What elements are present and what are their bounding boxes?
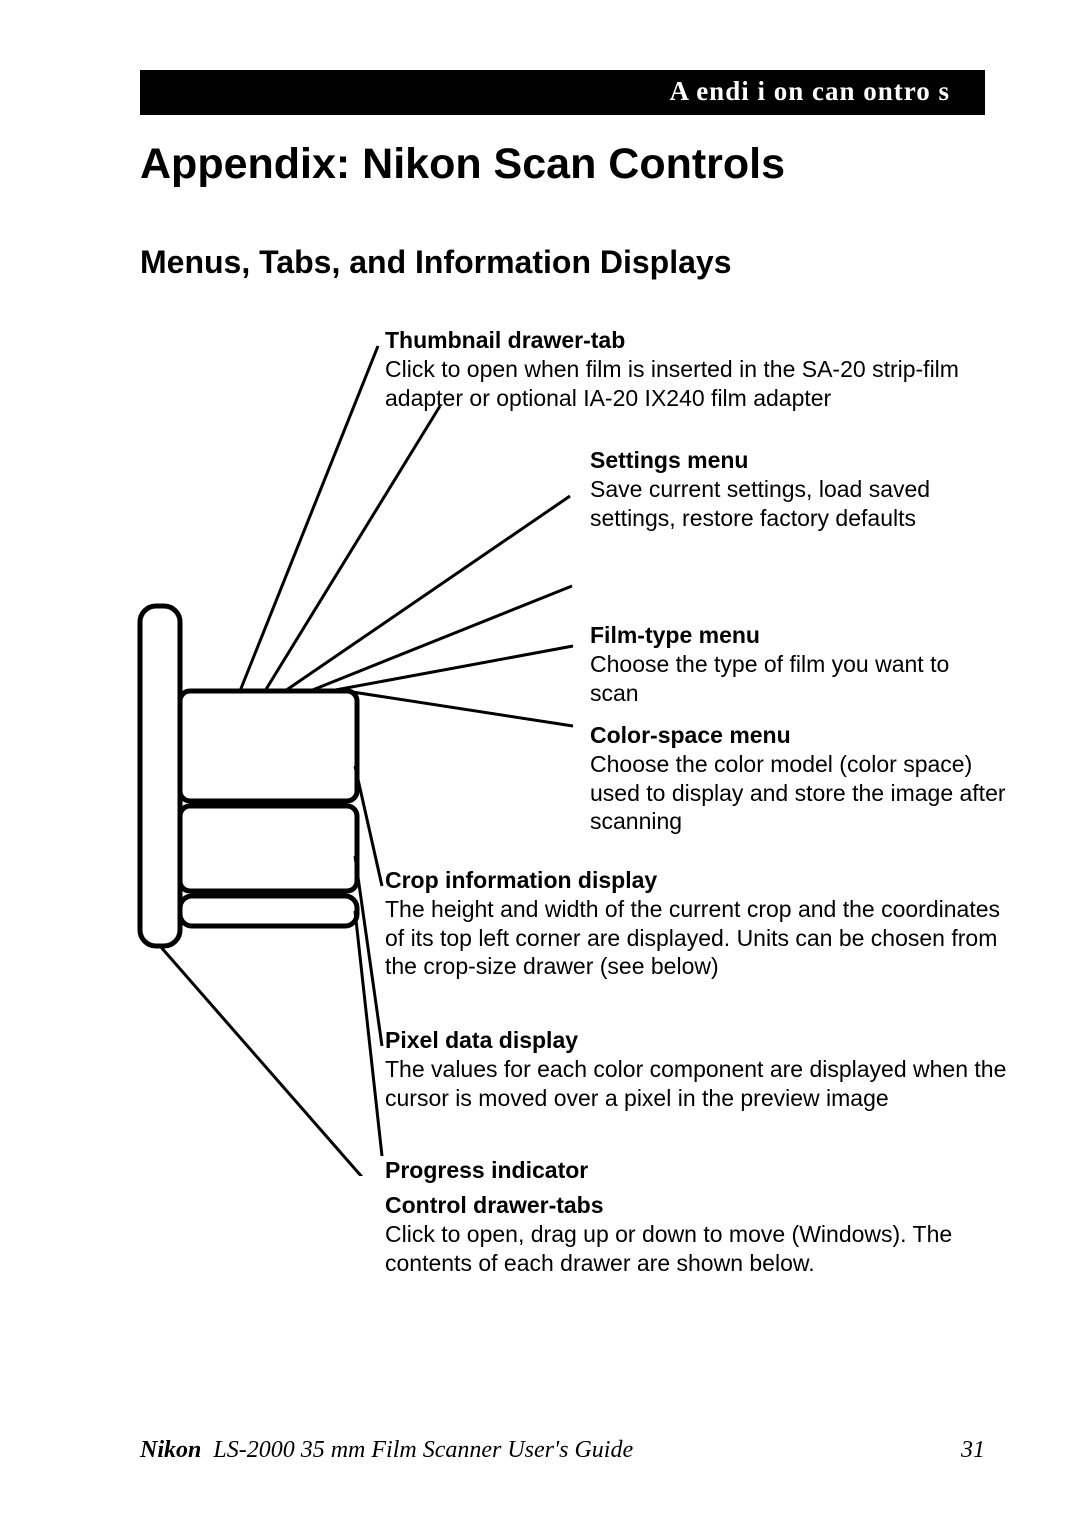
- document-page: A endi i on can ontro s Appendix: Nikon …: [0, 0, 1080, 1529]
- callout-film-type-menu: Film-type menu Choose the type of film y…: [590, 621, 990, 707]
- callout-pixel-data-display: Pixel data display The values for each c…: [385, 1026, 1025, 1112]
- callout-body: Click to open when film is inserted in t…: [385, 356, 959, 411]
- diagram-area: Thumbnail drawer-tab Click to open when …: [140, 326, 985, 1286]
- callout-title: Film-type menu: [590, 621, 990, 650]
- callout-settings-menu: Settings menu Save current settings, loa…: [590, 446, 990, 532]
- section-title: Menus, Tabs, and Information Displays: [140, 244, 985, 281]
- callout-body: Click to open, drag up or down to move (…: [385, 1221, 952, 1276]
- callout-body: The height and width of the current crop…: [385, 896, 1000, 980]
- main-title: Appendix: Nikon Scan Controls: [140, 140, 985, 189]
- callout-title: Thumbnail drawer-tab: [385, 326, 1025, 355]
- callout-color-space-menu: Color-space menu Choose the color model …: [590, 721, 1010, 836]
- footer-brand: Nikon: [140, 1437, 201, 1463]
- page-footer: Nikon LS-2000 35 mm Film Scanner User's …: [140, 1437, 985, 1464]
- callout-title: Progress indicator: [385, 1156, 1025, 1185]
- callout-crop-information-display: Crop information display The height and …: [385, 866, 1025, 981]
- callout-body: Save current settings, load saved settin…: [590, 476, 930, 531]
- callout-title: Color-space menu: [590, 721, 1010, 750]
- callout-title: Settings menu: [590, 446, 990, 475]
- callout-body: Choose the type of film you want to scan: [590, 651, 949, 706]
- footer-guide: LS-2000 35 mm Film Scanner User's Guide: [207, 1437, 633, 1463]
- callout-control-drawer-tabs: Control drawer-tabs Click to open, drag …: [385, 1191, 1025, 1277]
- callout-progress-indicator: Progress indicator: [385, 1156, 1025, 1185]
- callout-title: Control drawer-tabs: [385, 1191, 1025, 1220]
- header-bar: A endi i on can ontro s: [140, 70, 985, 115]
- callout-body: Choose the color model (color space) use…: [590, 751, 1006, 835]
- callout-title: Crop information display: [385, 866, 1025, 895]
- callout-body: The values for each color component are …: [385, 1056, 1006, 1111]
- callout-title: Pixel data display: [385, 1026, 1025, 1055]
- callout-thumbnail-drawer-tab: Thumbnail drawer-tab Click to open when …: [385, 326, 1025, 412]
- page-number: 31: [961, 1437, 985, 1464]
- footer-left: Nikon LS-2000 35 mm Film Scanner User's …: [140, 1437, 633, 1464]
